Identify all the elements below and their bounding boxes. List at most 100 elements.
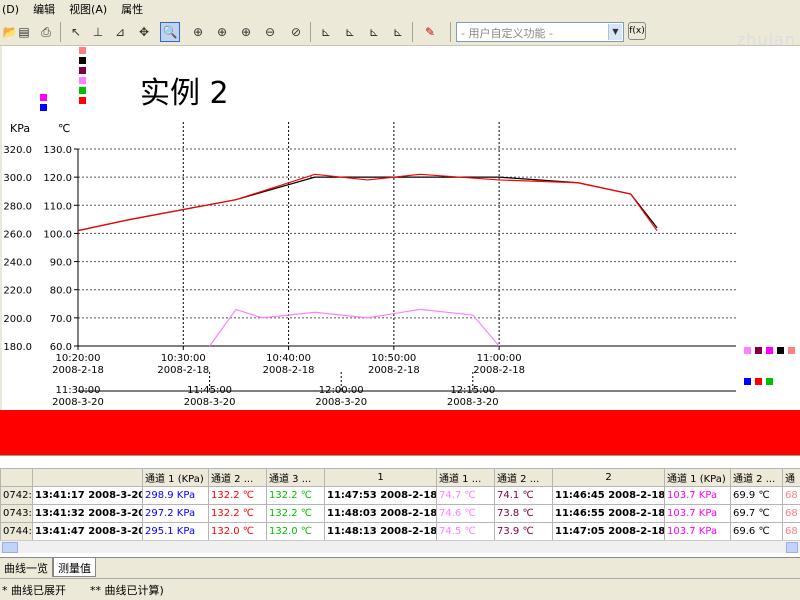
header-cell[interactable] bbox=[32, 468, 143, 487]
value-cell: 132.2 ℃ bbox=[208, 504, 267, 523]
move-icon[interactable]: ✥ bbox=[134, 22, 154, 42]
right-axis-tick-label: 100.0 bbox=[43, 229, 72, 240]
measure-icon[interactable]: ⊿ bbox=[110, 22, 130, 42]
value-cell: 103.7 KPa bbox=[664, 486, 731, 505]
zoom-out-icon[interactable]: ⊖ bbox=[260, 22, 280, 42]
left-axis-unit: KPa bbox=[10, 122, 30, 135]
x-axis-tick-label: 10:20:00 bbox=[56, 353, 101, 364]
timestamp-cell: 13:41:47 2008-3-20 bbox=[32, 522, 143, 541]
right-axis-tick-label: 80.0 bbox=[50, 286, 72, 297]
legend-swatch bbox=[755, 347, 762, 354]
header-cell[interactable]: 通道 3 ... bbox=[266, 468, 325, 487]
legend-swatch bbox=[777, 347, 784, 354]
scroll-right-arrow[interactable] bbox=[786, 542, 798, 553]
zoom-reset-icon[interactable]: ⊘ bbox=[286, 22, 306, 42]
timestamp-cell: 13:41:17 2008-3-20 bbox=[32, 486, 143, 505]
menu-item-properties[interactable]: 属性 bbox=[121, 1, 143, 17]
paste-icon[interactable]: ▤ bbox=[14, 22, 34, 42]
left-axis-tick-label: 320.0 bbox=[3, 145, 32, 156]
legend-swatch bbox=[788, 347, 795, 354]
value-cell: 103.7 KPa bbox=[664, 522, 731, 541]
zoom-y-icon[interactable]: ⊕ bbox=[212, 22, 232, 42]
chevron-down-icon[interactable]: ▼ bbox=[608, 24, 622, 40]
axis-compress-icon[interactable]: ⊾ bbox=[388, 22, 408, 42]
timestamp-cell: 11:48:13 2008-2-18 bbox=[324, 522, 437, 541]
status-text-computed: ** 曲线已计算) bbox=[90, 583, 164, 597]
header-cell[interactable]: 1 bbox=[324, 468, 437, 487]
value-cell: 68 bbox=[782, 504, 800, 523]
left-axis-tick-label: 260.0 bbox=[3, 229, 32, 240]
row-id: 0742: bbox=[0, 486, 33, 505]
horizontal-scrollbar[interactable] bbox=[0, 540, 800, 553]
pointer-icon[interactable]: ↖ bbox=[66, 22, 86, 42]
tab-measured-values[interactable]: 测量值 bbox=[53, 558, 96, 577]
left-axis-tick-label: 240.0 bbox=[3, 258, 32, 269]
x-axis-tick-label: 2008-2-18 bbox=[52, 365, 104, 376]
table-row[interactable]: 0744: 13:41:47 2008-3-20 295.1 KPa 132.0… bbox=[0, 522, 800, 541]
value-cell: 132.2 ℃ bbox=[266, 486, 325, 505]
table-row[interactable]: 0742: 13:41:17 2008-3-20 298.9 KPa 132.2… bbox=[0, 486, 800, 505]
legend-swatch bbox=[79, 67, 86, 74]
value-cell: 295.1 KPa bbox=[142, 522, 209, 541]
pen-icon[interactable]: ✎ bbox=[420, 22, 440, 42]
series-line bbox=[77, 173, 658, 232]
x-axis-tick-label: 2008-3-20 bbox=[447, 397, 499, 408]
value-cell: 69.7 ℃ bbox=[730, 504, 783, 523]
table-header: 通道 1 (KPa) 通道 2 ... 通道 3 ... 1 通道 1 ... … bbox=[0, 468, 800, 487]
measurement-grid: 通道 1 (KPa) 通道 2 ... 通道 3 ... 1 通道 1 ... … bbox=[0, 455, 800, 567]
header-cell[interactable]: 通道 2 ... bbox=[494, 468, 553, 487]
value-cell: 74.1 ℃ bbox=[494, 486, 553, 505]
axis-expand-icon[interactable]: ⊾ bbox=[364, 22, 384, 42]
right-axis-unit: ℃ bbox=[58, 122, 70, 135]
legend-swatch bbox=[79, 47, 86, 54]
measurement-table: 通道 1 (KPa) 通道 2 ... 通道 3 ... 1 通道 1 ... … bbox=[0, 468, 800, 541]
value-cell: 68 bbox=[782, 486, 800, 505]
header-cell[interactable]: 通道 2 ... bbox=[208, 468, 267, 487]
x-axis-tick-label: 11:00:00 bbox=[477, 353, 522, 364]
trend-chart[interactable]: 实例 2 KPa ℃ 130.0 320.0 120.0 300.0 110.0 280.0 10… bbox=[2, 46, 800, 410]
chart-panel[interactable]: 实例 2 KPa ℃ 130.0 320.0 120.0 300.0 110.0 280.0 10… bbox=[2, 46, 800, 410]
chart-title: 实例 2 bbox=[140, 76, 229, 111]
value-cell: 132.2 ℃ bbox=[208, 486, 267, 505]
header-cell[interactable]: 通 bbox=[782, 468, 800, 487]
x-axis-tick-label: 2008-2-18 bbox=[157, 365, 209, 376]
value-cell: 69.6 ℃ bbox=[730, 522, 783, 541]
menu-item-file[interactable]: (D) bbox=[2, 3, 19, 16]
right-axis-tick-label: 90.0 bbox=[50, 258, 72, 269]
header-cell[interactable]: 通道 1 ... bbox=[436, 468, 495, 487]
print-icon[interactable]: ⎙ bbox=[36, 22, 56, 42]
axis-icon[interactable]: ⊾ bbox=[316, 22, 336, 42]
timestamp-cell: 11:48:03 2008-2-18 bbox=[324, 504, 437, 523]
tab-curve-overview[interactable]: 曲线一览 bbox=[0, 558, 53, 577]
scroll-left-arrow[interactable] bbox=[2, 542, 18, 553]
value-cell: 297.2 KPa bbox=[142, 504, 209, 523]
menu-item-view[interactable]: 视图(A) bbox=[69, 1, 107, 17]
value-cell: 132.2 ℃ bbox=[266, 504, 325, 523]
custom-function-combo[interactable]: - 用户自定义功能 - ▼ bbox=[456, 22, 624, 42]
header-cell[interactable]: 2 bbox=[552, 468, 665, 487]
x-axis-tick-label: 12:15:00 bbox=[450, 385, 495, 396]
left-axis-tick-label: 280.0 bbox=[3, 201, 32, 212]
table-row[interactable]: 0743: 13:41:32 2008-3-20 297.2 KPa 132.2… bbox=[0, 504, 800, 523]
header-cell[interactable] bbox=[0, 468, 33, 487]
timestamp-cell: 11:46:45 2008-2-18 bbox=[552, 486, 665, 505]
zoom-in-icon[interactable]: ⊕ bbox=[236, 22, 256, 42]
axis-shift-icon[interactable]: ⊾ bbox=[340, 22, 360, 42]
zoom-x-icon[interactable]: ⊕ bbox=[188, 22, 208, 42]
x-axis-tick-label: 10:50:00 bbox=[371, 353, 416, 364]
right-axis-tick-label: 70.0 bbox=[50, 314, 72, 325]
right-axis-tick-label: 130.0 bbox=[43, 145, 72, 156]
legend-swatch bbox=[40, 104, 47, 111]
timestamp-cell: 11:47:53 2008-2-18 bbox=[324, 486, 437, 505]
alarm-band bbox=[0, 410, 800, 455]
header-cell[interactable]: 通道 1 (KPa) bbox=[142, 468, 209, 487]
menu-item-edit[interactable]: 编辑 bbox=[33, 1, 55, 17]
x-axis-tick-label: 2008-2-18 bbox=[473, 365, 525, 376]
left-axis-tick-label: 300.0 bbox=[3, 173, 32, 184]
formula-button[interactable]: f(x) bbox=[628, 22, 646, 40]
header-cell[interactable]: 通道 2 ... bbox=[730, 468, 783, 487]
header-cell[interactable]: 通道 1 (KPa) bbox=[664, 468, 731, 487]
zoom-icon[interactable]: 🔍 bbox=[160, 22, 180, 42]
legend-swatch bbox=[766, 347, 773, 354]
marker-icon[interactable]: ⊥ bbox=[88, 22, 108, 42]
